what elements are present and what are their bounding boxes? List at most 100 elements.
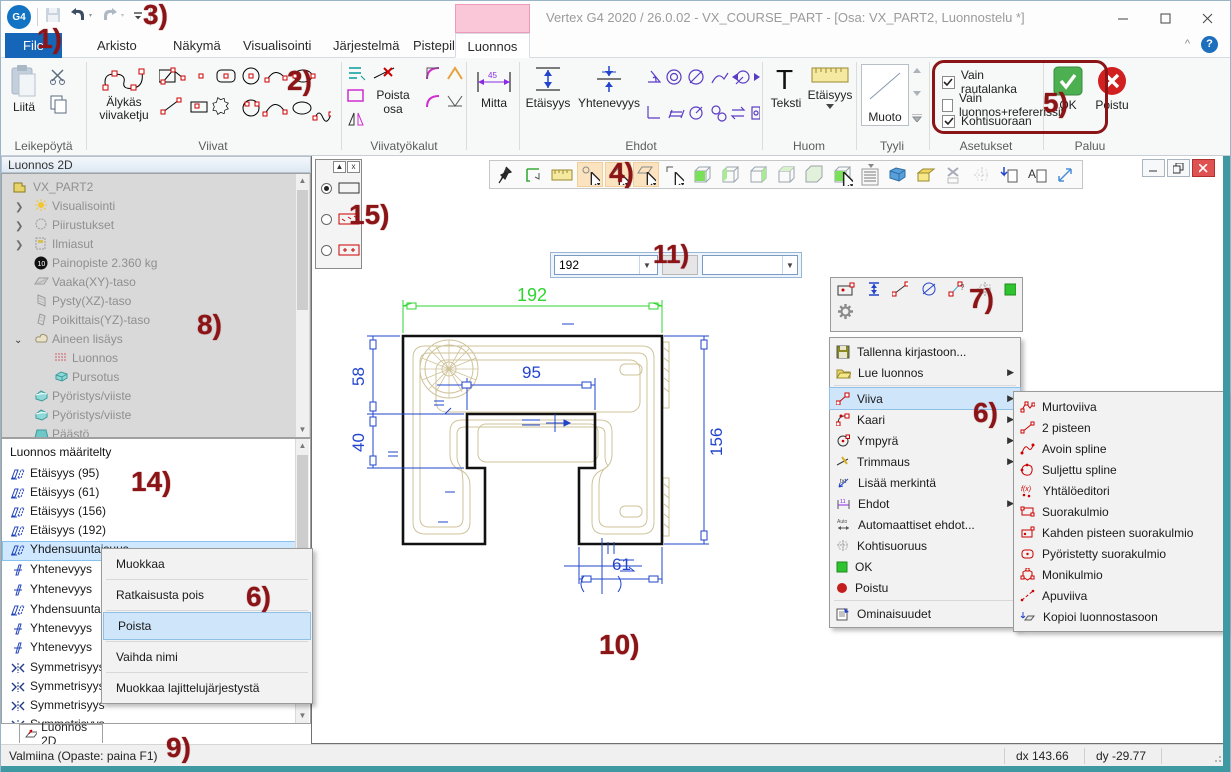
tab-file[interactable]: File: [5, 33, 62, 58]
line-icon[interactable]: [892, 281, 908, 297]
redo-icon[interactable]: [100, 6, 126, 29]
text-button[interactable]: T Teksti: [767, 64, 805, 110]
menu-item-ratkaisusta-pois[interactable]: Ratkaisusta pois: [102, 582, 312, 608]
tree-item[interactable]: Aineen lisäys: [52, 332, 123, 346]
constraint-icons-cluster[interactable]: [644, 66, 760, 124]
filter-option-1[interactable]: [321, 182, 360, 194]
tree-item[interactable]: Päästö: [52, 427, 89, 438]
menu-item-ominaisuudet[interactable]: Ominaisuudet: [830, 603, 1020, 624]
ok-green-icon[interactable]: [1004, 283, 1016, 296]
chevron-right-icon[interactable]: ❯: [15, 202, 23, 213]
chevron-right-icon[interactable]: ❯: [15, 221, 23, 232]
remove-part-button[interactable]: Poista osa: [370, 88, 416, 117]
chamfer-icon[interactable]: [446, 64, 464, 87]
menu-item-automaattiset[interactable]: AutoAutomaattiset ehdot...: [830, 514, 1020, 535]
cut-icon[interactable]: [49, 68, 69, 91]
tree-item[interactable]: Pysty(XZ)-taso: [52, 294, 131, 308]
menu-item-viiva[interactable]: Viiva▶: [830, 388, 1020, 409]
cube-face-icon[interactable]: [689, 162, 715, 187]
cube-select-icon[interactable]: [829, 162, 855, 187]
list-item[interactable]: Symmetrisyys: [30, 660, 105, 674]
chamfer2-icon[interactable]: [446, 92, 464, 115]
list-item[interactable]: Etäisyys (61): [30, 485, 99, 499]
minimize-button[interactable]: [1106, 7, 1140, 29]
yhtenevyys-constraint-button[interactable]: Yhtenevyys: [576, 64, 642, 110]
menu-item-vaihda-nimi[interactable]: Vaihda nimi: [102, 644, 312, 670]
list-icon[interactable]: [857, 162, 883, 187]
menu-item-lue-luonnos[interactable]: Lue luonnos▶: [830, 362, 1020, 383]
dimension-value-combo[interactable]: ▼: [554, 255, 658, 275]
two-point-rect-icon[interactable]: [837, 282, 855, 297]
dimension-type-combo[interactable]: ▼: [702, 255, 798, 275]
doc-restore-button[interactable]: [1167, 159, 1190, 177]
undo-icon[interactable]: [68, 6, 94, 29]
submenu-item-suljettu-spline[interactable]: Suljettu spline: [1014, 459, 1225, 480]
list-item[interactable]: Yhtenevyys: [30, 582, 92, 596]
menu-item-ehdot[interactable]: 11Ehdot▶: [830, 493, 1020, 514]
list-item[interactable]: Etäisyys (192): [30, 523, 106, 537]
tree-item[interactable]: Pyöristys/viiste: [52, 408, 131, 422]
part-blue-icon[interactable]: [885, 162, 911, 187]
grid-dashed-icon[interactable]: [969, 162, 995, 187]
combo-spacer-button[interactable]: [662, 255, 697, 275]
menu-item-poistu[interactable]: Poistu: [830, 577, 1020, 598]
menu-item-poista[interactable]: Poista: [104, 613, 310, 639]
tree-item[interactable]: VX_PART2: [33, 180, 93, 194]
app-logo[interactable]: G4: [7, 5, 31, 29]
magenta-rect-icon[interactable]: [346, 88, 366, 109]
chevron-right-icon[interactable]: ❯: [15, 240, 23, 251]
muoto-button[interactable]: Muoto: [861, 64, 909, 126]
query-line-icon[interactable]: ?: [948, 281, 964, 297]
pin-icon[interactable]: [493, 162, 519, 187]
menu-item-kaari[interactable]: Kaari▶: [830, 409, 1020, 430]
select-point-icon[interactable]: [577, 162, 603, 187]
fillet-icon[interactable]: [424, 64, 444, 87]
tree-scrollbar[interactable]: ▲ ▼: [295, 174, 309, 437]
submenu-item-apuviiva[interactable]: Apuviiva: [1014, 585, 1225, 606]
gear-icon[interactable]: [837, 303, 854, 320]
tab-visualisointi[interactable]: Visualisointi: [229, 33, 325, 58]
list-item[interactable]: Yhtenevyys: [30, 562, 92, 576]
dimension-note-button[interactable]: Etäisyys: [807, 64, 853, 109]
chevron-down-icon[interactable]: ⌄: [14, 335, 22, 346]
menu-item-tallenna[interactable]: Tallenna kirjastoon...: [830, 341, 1020, 362]
cube-left-icon[interactable]: [717, 162, 743, 187]
checkbox-kohtisuoraan[interactable]: Kohtisuoraan: [942, 114, 1032, 128]
list-item[interactable]: Symmetrisyys: [30, 698, 105, 712]
menu-item-ok[interactable]: OK: [830, 556, 1020, 577]
mirror-icon[interactable]: [346, 110, 366, 133]
copy-icon[interactable]: [49, 94, 69, 119]
close-button[interactable]: [1190, 7, 1224, 29]
tab-arkisto[interactable]: Arkisto: [83, 33, 151, 58]
cube-solid-icon[interactable]: [801, 162, 827, 187]
tree-item[interactable]: Vaaka(XY)-taso: [52, 275, 136, 289]
tree-item[interactable]: Visualisointi: [52, 199, 115, 213]
save-icon[interactable]: [44, 6, 62, 29]
insert-box-icon[interactable]: [997, 162, 1023, 187]
cube-back-icon[interactable]: [773, 162, 799, 187]
ruler-icon[interactable]: [549, 162, 575, 187]
maximize-button[interactable]: [1148, 7, 1182, 29]
cube-right-icon[interactable]: [745, 162, 771, 187]
tree-item[interactable]: Painopiste 2.360 kg: [52, 256, 157, 270]
rotate-view-icon[interactable]: [521, 162, 547, 187]
filter-option-3[interactable]: [321, 244, 360, 256]
line-icons-cluster[interactable]: [159, 64, 331, 126]
perpendicular-grid-icon[interactable]: [976, 281, 992, 297]
submenu-item-2-pisteen[interactable]: 2 pisteen: [1014, 417, 1225, 438]
close-icon[interactable]: x: [347, 161, 360, 173]
select-edge-icon[interactable]: [605, 162, 631, 187]
menu-item-trimmaus[interactable]: Trimmaus▶: [830, 451, 1020, 472]
dimension-value-input[interactable]: [555, 258, 639, 272]
exit-button[interactable]: Poistu: [1092, 66, 1132, 112]
doc-close-button[interactable]: [1192, 159, 1215, 177]
help-icon[interactable]: ?: [1201, 36, 1218, 53]
select-contour-icon[interactable]: [661, 162, 687, 187]
smart-polyline-button[interactable]: Älykäs viivaketju: [93, 64, 155, 122]
customize-qat-icon[interactable]: [132, 7, 144, 28]
ok-button[interactable]: OK: [1050, 66, 1086, 112]
submenu-item-kopioi-luonnostasoon[interactable]: Kopioi luonnostasoon: [1014, 606, 1225, 627]
menu-item-muokkaa-lajittelujarjestysta[interactable]: Muokkaa lajittelujärjestystä: [102, 675, 312, 701]
tab-luonnos[interactable]: Luonnos: [455, 33, 530, 58]
tree-item[interactable]: Pyöristys/viiste: [52, 389, 131, 403]
